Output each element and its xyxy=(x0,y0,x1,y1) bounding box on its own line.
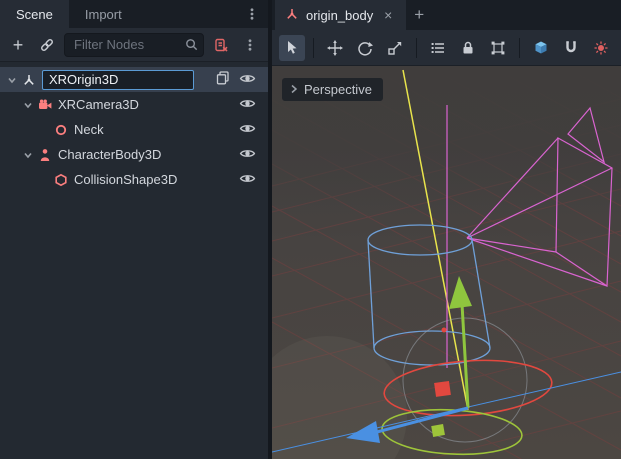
toolbar-separator xyxy=(313,38,314,58)
toolbar-separator xyxy=(416,38,417,58)
dock-menu-dots-icon[interactable] xyxy=(244,6,260,22)
group-icon[interactable] xyxy=(485,35,511,61)
visibility-eye-icon[interactable] xyxy=(239,170,256,190)
visibility-eye-icon[interactable] xyxy=(239,70,256,90)
close-tab-icon[interactable]: × xyxy=(380,7,396,23)
neck-node-icon xyxy=(52,123,70,137)
snap-magnet-icon[interactable] xyxy=(558,35,584,61)
scene-tab-bar: origin_body × + xyxy=(272,0,621,30)
tab-scene[interactable]: Scene xyxy=(0,0,69,28)
new-scene-tab-button[interactable]: + xyxy=(406,0,432,30)
characterbody3d-node-icon xyxy=(36,148,54,162)
lock-icon[interactable] xyxy=(455,35,481,61)
toolbar-menu-dots-icon[interactable] xyxy=(238,33,262,57)
search-icon xyxy=(184,37,199,55)
red-marker-dot xyxy=(442,328,447,333)
scene-tab-label: origin_body xyxy=(306,8,373,23)
visibility-eye-icon[interactable] xyxy=(239,95,256,115)
select-tool-icon[interactable] xyxy=(279,35,305,61)
environment-cube-icon[interactable] xyxy=(528,35,554,61)
tree-row-neck[interactable]: Neck xyxy=(0,117,268,142)
move-tool-icon[interactable] xyxy=(322,35,348,61)
collisionshape3d-node-icon xyxy=(52,173,70,187)
xrorigin3d-node-icon xyxy=(20,73,38,87)
scene-tab-origin-body[interactable]: origin_body × xyxy=(275,0,406,30)
tab-import[interactable]: Import xyxy=(69,0,138,28)
preview-sun-icon[interactable] xyxy=(588,35,614,61)
rotate-tool-icon[interactable] xyxy=(352,35,378,61)
node-rename-field[interactable]: XROrigin3D xyxy=(42,70,194,90)
node-label: CharacterBody3D xyxy=(58,147,161,162)
scale-tool-icon[interactable] xyxy=(382,35,408,61)
viewport-canvas xyxy=(272,66,621,459)
visibility-eye-icon[interactable] xyxy=(239,120,256,140)
perspective-label: Perspective xyxy=(304,82,372,97)
node-label: CollisionShape3D xyxy=(74,172,177,187)
filter-nodes-field[interactable] xyxy=(64,33,204,57)
instance-icon[interactable] xyxy=(215,70,231,89)
godot-editor: Scene Import + xyxy=(0,0,621,459)
viewport-toolbar xyxy=(272,30,621,66)
filter-nodes-input[interactable] xyxy=(64,33,204,57)
expand-chevron-icon[interactable] xyxy=(20,149,36,161)
visibility-eye-icon[interactable] xyxy=(239,145,256,165)
perspective-button[interactable]: Perspective xyxy=(282,78,383,101)
scene-tree: XROrigin3D xyxy=(0,62,268,459)
tree-row-collisionshape3d[interactable]: CollisionShape3D xyxy=(0,167,268,192)
expand-chevron-icon[interactable] xyxy=(4,74,20,86)
camera3d-node-icon xyxy=(36,98,54,112)
expand-chevron-icon[interactable] xyxy=(20,99,36,111)
selection-list-icon[interactable] xyxy=(425,35,451,61)
green-handle-square[interactable] xyxy=(431,424,445,437)
node-label: Neck xyxy=(74,122,104,137)
perspective-menu-icon xyxy=(290,82,298,97)
scene-dock-toolbar: + xyxy=(0,28,268,62)
tree-row-xrcamera3d[interactable]: XRCamera3D xyxy=(0,92,268,117)
red-handle-square[interactable] xyxy=(434,381,451,397)
instantiate-scene-link-icon[interactable] xyxy=(35,33,59,57)
toolbar-separator xyxy=(519,38,520,58)
node-label: XRCamera3D xyxy=(58,97,139,112)
tree-row-xrorigin3d[interactable]: XROrigin3D xyxy=(0,67,268,92)
scene-dock: Scene Import + xyxy=(0,0,268,459)
tab-scene-label: Scene xyxy=(16,7,53,22)
tab-import-label: Import xyxy=(85,7,122,22)
main-editor-area: origin_body × + xyxy=(268,0,621,459)
attach-script-icon[interactable] xyxy=(209,33,233,57)
dock-tab-bar: Scene Import xyxy=(0,0,268,28)
tree-row-characterbody3d[interactable]: CharacterBody3D xyxy=(0,142,268,167)
add-node-button[interactable]: + xyxy=(6,33,30,57)
scene-root-icon xyxy=(285,7,299,24)
3d-viewport[interactable]: Perspective xyxy=(272,66,621,459)
